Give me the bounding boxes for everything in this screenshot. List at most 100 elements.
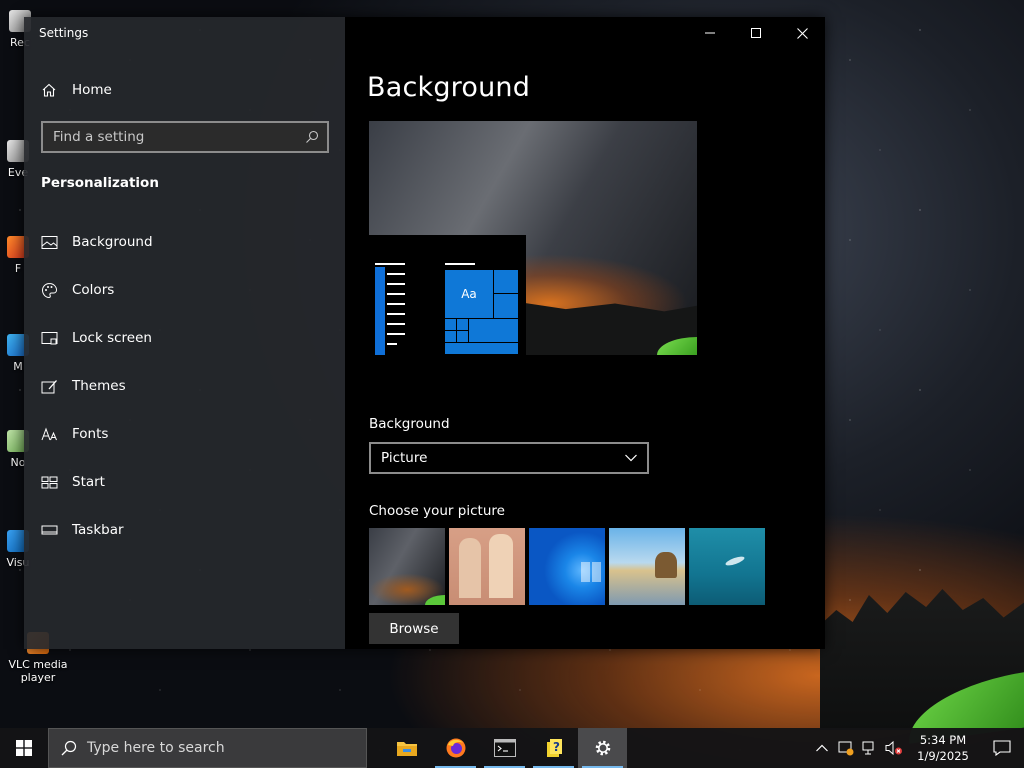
settings-sidebar: Settings Home Find a setting Personaliza… xyxy=(24,17,345,649)
clock-time: 5:34 PM xyxy=(919,733,967,747)
thumb-fish xyxy=(724,554,746,568)
browse-button[interactable]: Browse xyxy=(369,613,459,644)
section-title: Personalization xyxy=(41,175,159,191)
thumbnail-milky-way[interactable] xyxy=(369,528,445,605)
tray-network-button[interactable] xyxy=(858,728,882,768)
folder-icon xyxy=(396,742,417,756)
start-button[interactable] xyxy=(0,728,48,768)
show-hidden-icons-button[interactable] xyxy=(810,728,834,768)
window-controls xyxy=(687,17,825,49)
palette-icon xyxy=(40,281,58,299)
taskbar: Type here to search ? 5:34 PM 1/9/2025 xyxy=(0,728,1024,768)
search-icon xyxy=(61,740,77,756)
preview-tile-aa: Aa xyxy=(444,269,494,319)
network-icon xyxy=(862,741,874,755)
terminal-icon xyxy=(493,739,516,757)
action-center-button[interactable] xyxy=(980,728,1024,768)
preview-line xyxy=(387,293,405,295)
nav-item-taskbar[interactable]: Taskbar xyxy=(40,506,330,554)
start-icon xyxy=(40,473,58,491)
home-label: Home xyxy=(72,82,112,98)
system-tray: 5:34 PM 1/9/2025 xyxy=(810,728,1024,768)
thumb-figure xyxy=(489,534,513,598)
taskbar-icon xyxy=(40,521,58,539)
home-icon xyxy=(42,83,56,97)
volume-muted-icon xyxy=(885,740,902,756)
preview-line xyxy=(375,263,405,265)
preview-line xyxy=(387,273,405,275)
taskbar-clock[interactable]: 5:34 PM 1/9/2025 xyxy=(906,732,980,764)
minimize-icon xyxy=(705,32,715,34)
nav-item-colors[interactable]: Colors xyxy=(40,266,330,314)
thumbnail-underwater[interactable] xyxy=(689,528,765,605)
fonts-icon xyxy=(40,425,58,443)
nav-item-label: Themes xyxy=(72,378,126,394)
preview-line xyxy=(387,333,405,335)
taskbar-app-help[interactable]: ? xyxy=(529,728,578,768)
settings-window: Settings Home Find a setting Personaliza… xyxy=(24,17,825,649)
page-title: Background xyxy=(367,72,531,103)
tray-volume-button[interactable] xyxy=(882,728,906,768)
nav-item-themes[interactable]: Themes xyxy=(40,362,330,410)
taskbar-app-terminal[interactable] xyxy=(480,728,529,768)
nav-item-start[interactable]: Start xyxy=(40,458,330,506)
preview-start-menu: Aa xyxy=(369,235,526,355)
svg-text:?: ? xyxy=(553,740,560,754)
nav-item-label: Fonts xyxy=(72,426,109,442)
preview-tile-text: Aa xyxy=(461,287,477,301)
nav-item-label: Taskbar xyxy=(72,522,124,538)
dropdown-value: Picture xyxy=(381,450,428,466)
taskbar-app-firefox[interactable] xyxy=(431,728,480,768)
preview-line xyxy=(387,343,397,345)
preview-line xyxy=(387,323,405,325)
close-button[interactable] xyxy=(779,17,825,49)
preview-tile xyxy=(493,269,519,294)
window-title: Settings xyxy=(39,26,89,40)
choose-picture-label: Choose your picture xyxy=(369,503,505,519)
thumb-rock xyxy=(655,552,677,578)
thumb-figure xyxy=(459,538,481,598)
minimize-button[interactable] xyxy=(687,17,733,49)
background-type-dropdown[interactable]: Picture xyxy=(369,442,649,474)
desktop-icon-label: VLC media player xyxy=(8,658,68,684)
nav-item-label: Background xyxy=(72,234,153,250)
preview-app-strip xyxy=(375,267,385,355)
find-setting-input[interactable]: Find a setting xyxy=(41,121,329,153)
picture-thumbnails xyxy=(369,528,769,605)
security-warning-icon xyxy=(838,741,854,756)
search-icon xyxy=(306,130,319,143)
settings-content: Background Aa Background Picture Choose … xyxy=(345,17,825,649)
thumbnail-people[interactable] xyxy=(449,528,525,605)
close-icon xyxy=(796,27,808,39)
taskbar-search-placeholder: Type here to search xyxy=(87,740,225,756)
preview-line xyxy=(387,283,405,285)
windows-logo-icon xyxy=(581,562,601,582)
thumbnail-windows-blue[interactable] xyxy=(529,528,605,605)
lock-screen-icon xyxy=(40,329,58,347)
nav-item-fonts[interactable]: Fonts xyxy=(40,410,330,458)
taskbar-app-file-explorer[interactable] xyxy=(382,728,431,768)
taskbar-app-settings[interactable] xyxy=(578,728,627,768)
themes-icon xyxy=(40,377,58,395)
chevron-up-icon xyxy=(816,744,828,752)
tray-security-icon-button[interactable] xyxy=(834,728,858,768)
taskbar-search[interactable]: Type here to search xyxy=(48,728,367,768)
preview-tile xyxy=(493,293,519,319)
nav-item-label: Lock screen xyxy=(72,330,152,346)
notification-icon xyxy=(993,740,1011,756)
background-label: Background xyxy=(369,416,450,432)
search-placeholder: Find a setting xyxy=(53,129,145,145)
preview-tile xyxy=(444,342,519,355)
preview-header-line xyxy=(445,263,475,265)
nav-item-background[interactable]: Background xyxy=(40,218,330,266)
nav-item-label: Colors xyxy=(72,282,115,298)
nav-item-label: Start xyxy=(72,474,105,490)
home-button[interactable]: Home xyxy=(41,79,112,101)
preview-line xyxy=(387,313,405,315)
image-icon xyxy=(40,233,58,251)
firefox-icon xyxy=(446,738,465,758)
nav-item-lock-screen[interactable]: Lock screen xyxy=(40,314,330,362)
preview-line xyxy=(387,303,405,305)
thumbnail-beach-rocks[interactable] xyxy=(609,528,685,605)
maximize-button[interactable] xyxy=(733,17,779,49)
